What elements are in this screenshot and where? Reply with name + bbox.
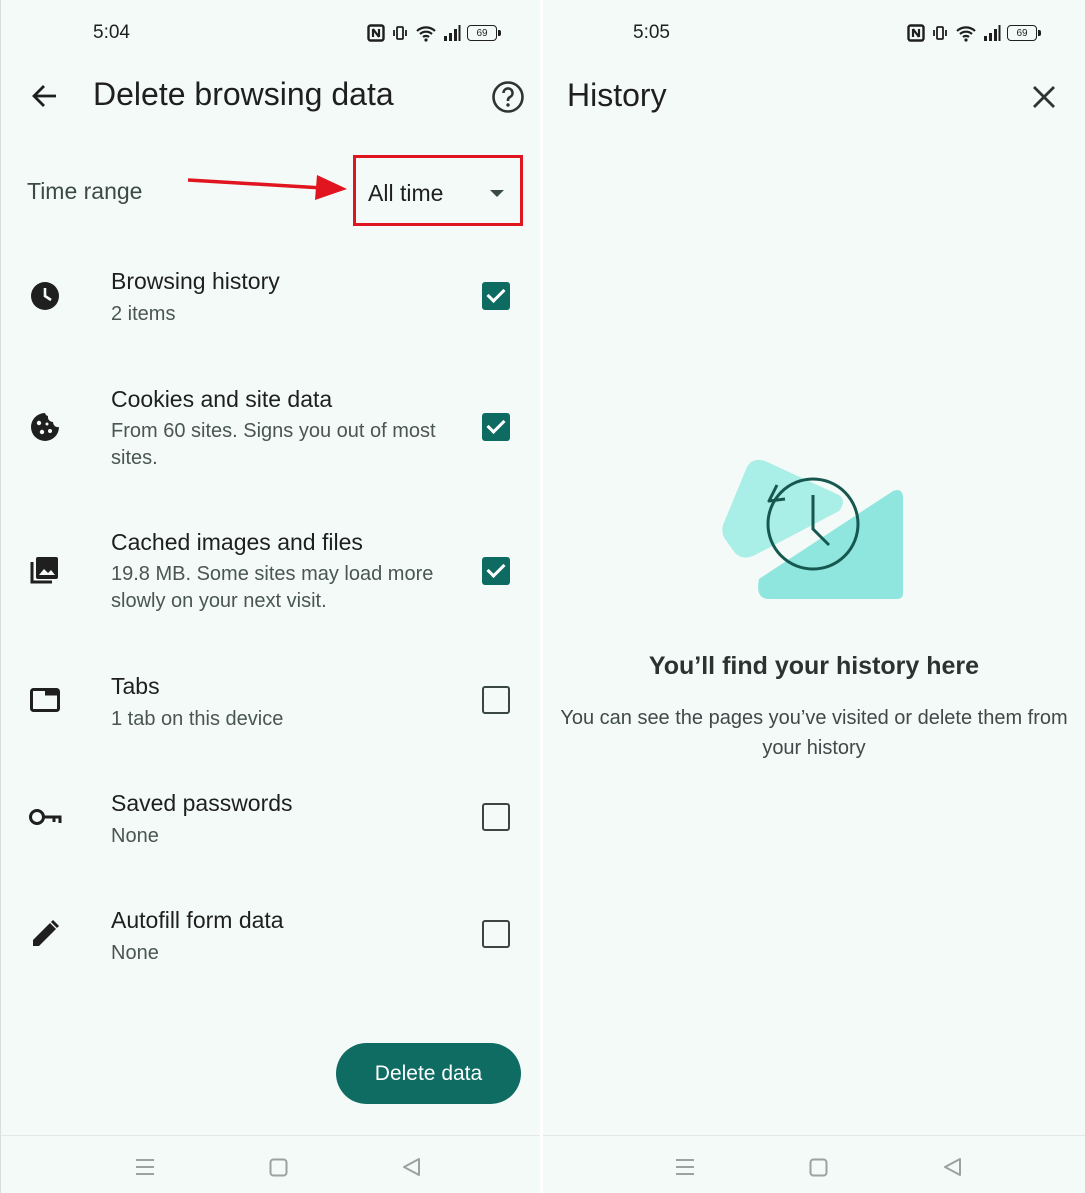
menu-icon[interactable] [674, 1156, 696, 1178]
annotation-arrow [187, 175, 347, 200]
close-icon [1033, 86, 1055, 108]
clock-icon [27, 278, 63, 314]
page-title: Delete browsing data [93, 76, 394, 112]
arrow-left-icon [32, 85, 56, 107]
browsing-history-checkbox[interactable] [482, 282, 510, 310]
status-icons: 69 [367, 22, 501, 44]
option-subtitle: None [111, 825, 159, 847]
option-title: Browsing history [111, 268, 280, 294]
option-title: Tabs [111, 673, 160, 699]
option-title: Cached images and files [111, 529, 363, 555]
battery-level: 69 [476, 27, 488, 39]
time-range-value: All time [368, 180, 444, 206]
saved-passwords-checkbox[interactable] [482, 803, 510, 831]
help-button[interactable] [487, 76, 529, 118]
tab-icon [27, 682, 63, 718]
time-range-dropdown[interactable]: All time [353, 155, 523, 226]
status-icons: 69 [907, 22, 1041, 44]
wifi-icon [956, 26, 976, 42]
option-cookies[interactable]: Cookies and site data From 60 sites. Sig… [1, 380, 540, 490]
option-saved-passwords[interactable]: Saved passwords None [1, 784, 540, 884]
history-screen: 5:05 69 History You’ll find your history… [543, 0, 1085, 1193]
system-nav-bar [1, 1135, 540, 1193]
wifi-icon [416, 26, 436, 42]
signal-icon [444, 25, 461, 41]
key-icon [27, 799, 63, 835]
option-cached-images[interactable]: Cached images and files 19.8 MB. Some si… [1, 523, 540, 633]
status-time: 5:04 [93, 22, 130, 43]
menu-icon[interactable] [134, 1156, 156, 1178]
cached-images-checkbox[interactable] [482, 557, 510, 585]
page-title: History [567, 77, 667, 113]
status-time: 5:05 [633, 22, 670, 43]
battery-icon: 69 [1007, 25, 1041, 41]
delete-browsing-data-screen: 5:04 69 Delete browsing data Time range … [0, 0, 540, 1193]
home-icon[interactable] [808, 1156, 830, 1178]
option-title: Cookies and site data [111, 386, 333, 412]
home-icon[interactable] [268, 1156, 290, 1178]
battery-level: 69 [1016, 27, 1028, 39]
close-button[interactable] [1027, 80, 1061, 114]
option-subtitle: 2 items [111, 303, 176, 325]
option-subtitle: None [111, 942, 159, 964]
option-subtitle: 1 tab on this device [111, 708, 284, 730]
option-browsing-history[interactable]: Browsing history 2 items [1, 262, 540, 362]
autofill-checkbox[interactable] [482, 920, 510, 948]
image-icon [27, 552, 63, 588]
back-button[interactable] [25, 76, 65, 116]
option-tabs[interactable]: Tabs 1 tab on this device [1, 667, 540, 767]
cookie-icon [27, 409, 63, 445]
back-nav-icon[interactable] [941, 1156, 963, 1178]
vibrate-icon [933, 26, 947, 40]
system-nav-bar [543, 1135, 1085, 1193]
option-subtitle: 19.8 MB. Some sites may load more slowly… [111, 563, 434, 612]
vibrate-icon [393, 26, 407, 40]
tabs-checkbox[interactable] [482, 686, 510, 714]
option-subtitle: From 60 sites. Signs you out of most sit… [111, 420, 436, 469]
nfc-icon [367, 24, 385, 42]
time-range-label: Time range [27, 178, 143, 204]
cookies-checkbox[interactable] [482, 413, 510, 441]
help-icon [492, 81, 524, 113]
empty-state-subtitle: You can see the pages you’ve visited or … [560, 707, 1068, 759]
battery-icon: 69 [467, 25, 501, 41]
nfc-icon [907, 24, 925, 42]
option-title: Autofill form data [111, 907, 284, 933]
empty-state-title: You’ll find your history here [648, 652, 980, 680]
signal-icon [984, 25, 1001, 41]
delete-data-button[interactable]: Delete data [336, 1043, 521, 1104]
option-title: Saved passwords [111, 790, 293, 816]
dropdown-arrow-icon [490, 190, 504, 197]
pencil-icon [27, 916, 63, 952]
back-nav-icon[interactable] [400, 1156, 422, 1178]
option-autofill[interactable]: Autofill form data None [1, 901, 540, 1001]
history-illustration-icon [722, 459, 903, 599]
